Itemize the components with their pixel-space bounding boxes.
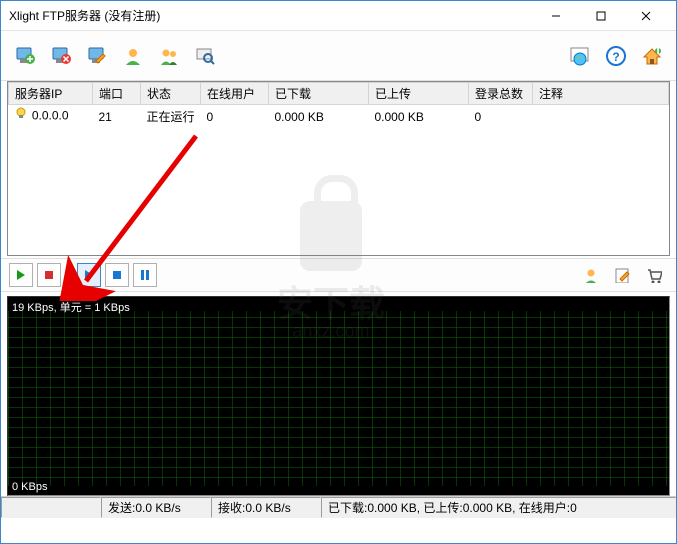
globe-button[interactable] (566, 42, 594, 70)
cell-status: 正在运行 (141, 105, 201, 129)
play-button[interactable] (77, 263, 101, 287)
cell-port: 21 (93, 105, 141, 129)
remove-server-button[interactable] (47, 42, 75, 70)
graph-grid (8, 297, 669, 495)
add-server-button[interactable] (11, 42, 39, 70)
status-spacer (1, 497, 101, 518)
server-table: 服务器IP 端口 状态 在线用户 已下载 已上传 登录总数 注释 0.0.0.0… (7, 81, 670, 256)
main-toolbar: ? i (1, 31, 676, 81)
window-title: Xlight FTP服务器 (没有注册) (9, 7, 533, 24)
cart-button[interactable] (640, 261, 668, 289)
window-controls (533, 2, 668, 30)
graph-zero-label: 0 KBps (12, 481, 47, 493)
col-downloaded[interactable]: 已下载 (269, 83, 369, 105)
user-button[interactable] (119, 42, 147, 70)
close-button[interactable] (623, 2, 668, 30)
col-server-ip[interactable]: 服务器IP (9, 83, 93, 105)
table-header-row: 服务器IP 端口 状态 在线用户 已下载 已上传 登录总数 注释 (9, 83, 669, 105)
help-button[interactable]: ? (602, 42, 630, 70)
status-send: 发送:0.0 KB/s (101, 497, 211, 518)
cell-uploaded: 0.000 KB (369, 105, 469, 129)
edit-server-button[interactable] (83, 42, 111, 70)
col-uploaded[interactable]: 已上传 (369, 83, 469, 105)
col-status[interactable]: 状态 (141, 83, 201, 105)
maximize-button[interactable] (578, 2, 623, 30)
status-summary: 已下载:0.000 KB, 已上传:0.000 KB, 在线用户:0 (321, 497, 676, 518)
statusbar: 发送:0.0 KB/s 接收:0.0 KB/s 已下载:0.000 KB, 已上… (1, 496, 676, 518)
server-control-toolbar (1, 258, 676, 292)
home-button[interactable]: i (638, 42, 666, 70)
edit-small-button[interactable] (608, 261, 636, 289)
cell-ip: 0.0.0.0 (9, 105, 93, 129)
col-online[interactable]: 在线用户 (201, 83, 269, 105)
titlebar: Xlight FTP服务器 (没有注册) (1, 1, 676, 31)
minimize-button[interactable] (533, 2, 578, 30)
status-recv: 接收:0.0 KB/s (211, 497, 321, 518)
cell-note (533, 105, 669, 129)
col-port[interactable]: 端口 (93, 83, 141, 105)
col-note[interactable]: 注释 (533, 83, 669, 105)
cell-online: 0 (201, 105, 269, 129)
start-all-button[interactable] (9, 263, 33, 287)
cell-logins: 0 (469, 105, 533, 129)
stop-all-button[interactable] (37, 263, 61, 287)
search-button[interactable] (191, 42, 219, 70)
graph-scale-label: 19 KBps, 单元 = 1 KBps (12, 299, 130, 315)
table-row[interactable]: 0.0.0.0 21 正在运行 0 0.000 KB 0.000 KB 0 (9, 105, 669, 129)
users-button[interactable] (155, 42, 183, 70)
server-bulb-icon (15, 107, 29, 126)
stop-button[interactable] (105, 263, 129, 287)
pause-button[interactable] (133, 263, 157, 287)
svg-text:?: ? (612, 50, 619, 64)
svg-text:i: i (656, 45, 659, 57)
bandwidth-graph: 19 KBps, 单元 = 1 KBps 0 KBps (7, 296, 670, 496)
col-logins[interactable]: 登录总数 (469, 83, 533, 105)
cell-downloaded: 0.000 KB (269, 105, 369, 129)
user-small-button[interactable] (576, 261, 604, 289)
